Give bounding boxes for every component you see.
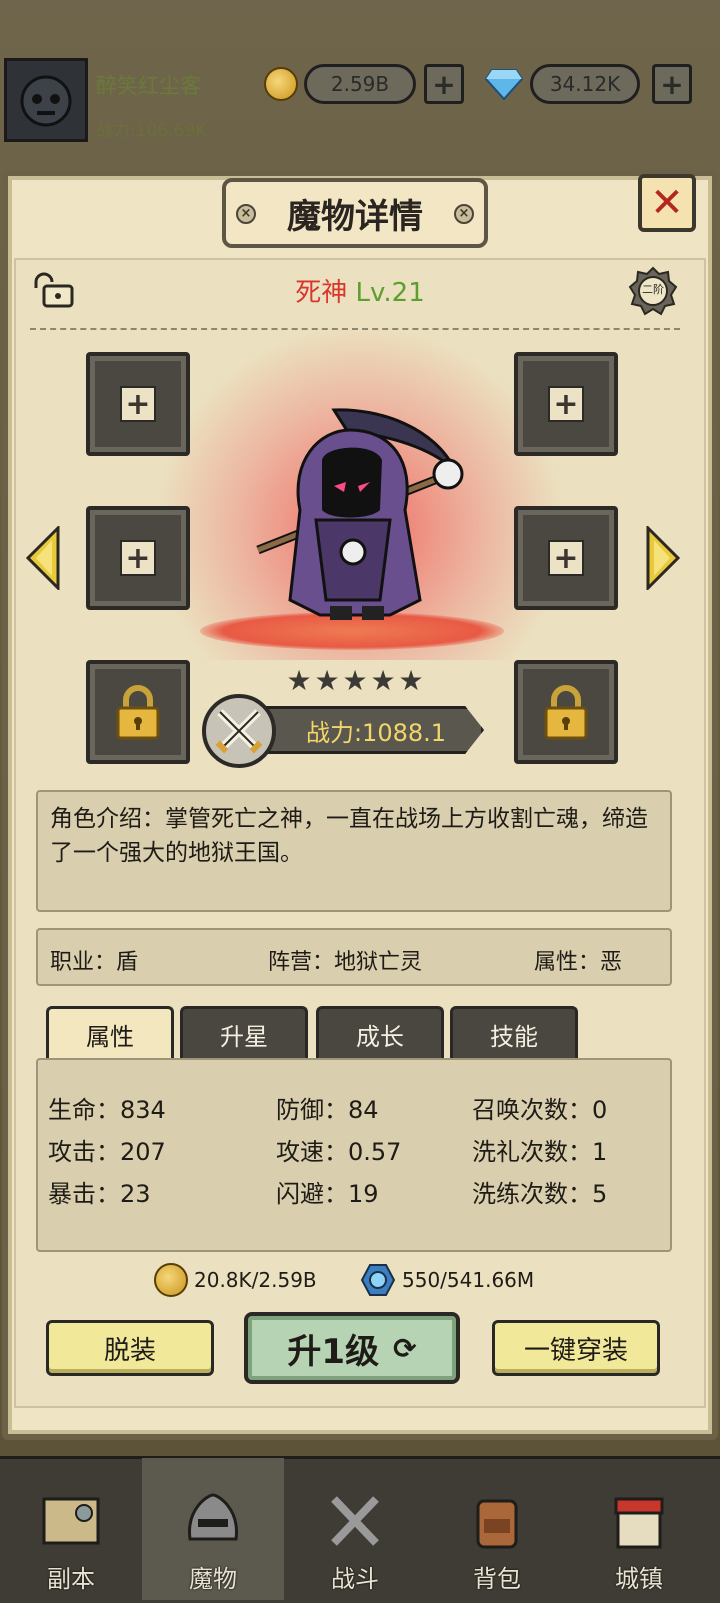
job-label: 职业：盾 (50, 950, 139, 975)
equip-slot-locked-1[interactable] (86, 660, 190, 764)
star-icon: ★ (286, 664, 312, 697)
next-monster-arrow-icon[interactable] (644, 524, 682, 592)
add-equipment-icon: + (120, 386, 156, 422)
add-gold-button[interactable]: + (424, 64, 464, 104)
stat-hp: 生命：834 (48, 1096, 166, 1124)
add-equipment-icon: + (548, 540, 584, 576)
stat-dodge: 闪避：19 (276, 1180, 379, 1208)
level-up-button[interactable]: 升1级 ⟳ (244, 1312, 460, 1384)
stat-summon-count: 召唤次数：0 (472, 1096, 608, 1124)
monster-helmet-icon (188, 1493, 238, 1541)
star-rating: ★ ★ ★ ★ ★ (286, 664, 428, 697)
monster-name-line: 死神 Lv.21 (200, 272, 520, 309)
star-icon: ★ (370, 664, 396, 697)
add-gem-button[interactable]: + (652, 64, 692, 104)
nav-town[interactable]: 城镇 (568, 1458, 710, 1600)
essence-cost-value: 550/541.66M (402, 1268, 535, 1292)
tab-growth[interactable]: 成长 (316, 1006, 444, 1060)
equip-slot-3[interactable]: + (86, 506, 190, 610)
essence-cost: 550/541.66M (360, 1264, 534, 1296)
town-shop-icon (614, 1497, 664, 1549)
map-scroll-icon (42, 1497, 100, 1545)
essence-orb-icon (360, 1264, 396, 1296)
bolt-icon: × (236, 204, 256, 224)
equip-slot-locked-2[interactable] (514, 660, 618, 764)
add-equipment-icon: + (548, 386, 584, 422)
star-icon: ★ (398, 664, 424, 697)
diamond-icon (484, 66, 524, 102)
padlock-icon (116, 685, 160, 740)
nav-town-label: 城镇 (615, 1565, 663, 1593)
tab-skills[interactable]: 技能 (450, 1006, 578, 1060)
nav-battle[interactable]: 战斗 (284, 1458, 426, 1600)
equip-slot-4[interactable]: + (514, 506, 618, 610)
stat-refine-count: 洗练次数：5 (472, 1180, 608, 1208)
padlock-icon (544, 685, 588, 740)
rank-badge-label: 二阶 (642, 283, 664, 296)
rank-badge-icon[interactable]: 二阶 (628, 266, 678, 316)
add-equipment-icon: + (120, 540, 156, 576)
star-icon: ★ (342, 664, 368, 697)
crossed-swords-icon (202, 694, 276, 768)
equip-slot-1[interactable]: + (86, 352, 190, 456)
stat-baptism-count: 洗礼次数：1 (472, 1138, 608, 1166)
stat-attack: 攻击：207 (48, 1138, 166, 1166)
gold-coin-icon (154, 1263, 188, 1297)
nav-dungeon-label: 副本 (47, 1565, 95, 1593)
nav-monsters-label: 魔物 (189, 1565, 237, 1593)
nav-bag[interactable]: 背包 (426, 1458, 568, 1600)
grim-reaper-portrait (230, 400, 480, 636)
nav-monsters[interactable]: 魔物 (142, 1458, 284, 1600)
unequip-button[interactable]: 脱装 (46, 1320, 214, 1376)
stat-crit: 暴击：23 (48, 1180, 151, 1208)
stats-panel: 生命：834 攻击：207 暴击：23 防御：84 攻速：0.57 闪避：19 … (36, 1058, 672, 1252)
bolt-icon: × (454, 204, 474, 224)
nav-bag-label: 背包 (473, 1565, 521, 1593)
nav-battle-label: 战斗 (331, 1565, 379, 1593)
gold-coin-icon (264, 67, 298, 101)
attribute-label: 属性：恶 (534, 950, 623, 975)
gold-cost-value: 20.8K/2.59B (194, 1268, 317, 1292)
stat-attack-speed: 攻速：0.57 (276, 1138, 402, 1166)
monster-description: 角色介绍：掌管死亡之神，一直在战场上方收割亡魂，缔造了一个强大的地狱王国。 (36, 790, 672, 912)
monster-name: 死神 (295, 278, 348, 308)
gold-amount: 2.59B (304, 64, 416, 104)
equip-all-button[interactable]: 一键穿装 (492, 1320, 660, 1376)
star-icon: ★ (314, 664, 340, 697)
unlock-icon[interactable] (30, 272, 76, 308)
monster-power: 战力:1088.1 (248, 706, 484, 754)
tab-star-up[interactable]: 升星 (180, 1006, 308, 1060)
panel-title: 魔物详情 (287, 196, 423, 237)
gold-cost: 20.8K/2.59B (154, 1263, 317, 1297)
gem-amount: 34.12K (530, 64, 640, 104)
tab-attributes[interactable]: 属性 (46, 1006, 174, 1060)
previous-monster-arrow-icon[interactable] (24, 524, 62, 592)
equip-slot-2[interactable]: + (514, 352, 618, 456)
close-button[interactable]: ✕ (638, 174, 696, 232)
backpack-icon (476, 1499, 518, 1549)
player-power: 战力:106.69K (96, 121, 207, 141)
refresh-icon: ⟳ (393, 1331, 417, 1365)
camp-label: 阵营：地狱亡灵 (268, 950, 423, 975)
swords-icon (331, 1496, 379, 1546)
nav-dungeon[interactable]: 副本 (0, 1458, 142, 1600)
player-avatar[interactable] (4, 58, 88, 142)
level-up-label: 升1级 (287, 1331, 380, 1372)
monster-info-row: 职业：盾 阵营：地狱亡灵 属性：恶 (36, 928, 672, 986)
panel-title-plate: × 魔物详情 × (222, 178, 488, 248)
stat-defense: 防御：84 (276, 1096, 379, 1124)
player-name: 醉笑红尘客 (96, 74, 201, 98)
monster-level: Lv.21 (355, 278, 425, 308)
